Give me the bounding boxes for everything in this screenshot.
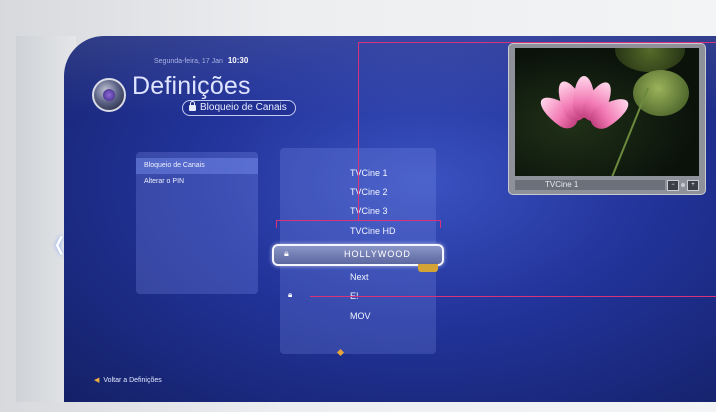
- callout-bracket-left: [276, 220, 277, 228]
- media-center-logo-icon: [92, 78, 126, 112]
- live-tv-preview[interactable]: TVCine 1 − +: [509, 44, 705, 194]
- tv-screen: Segunda-feira, 17 Jan 10:30 Definições B…: [64, 36, 716, 402]
- breadcrumb: Bloqueio de Canais: [182, 100, 296, 116]
- channel-item[interactable]: MOV: [350, 311, 371, 321]
- breadcrumb-label: Bloqueio de Canais: [200, 102, 287, 113]
- date-time: Segunda-feira, 17 Jan 10:30: [154, 56, 248, 65]
- callout-line-bottom: [310, 296, 716, 297]
- menu-item-alterar-pin[interactable]: Alterar o PIN: [136, 174, 258, 190]
- callout-line-vertical: [358, 42, 359, 220]
- channel-item-selected[interactable]: 🔒︎ HOLLYWOOD: [272, 244, 444, 272]
- callout-line-top: [358, 42, 716, 43]
- callout-bracket: [276, 220, 441, 221]
- callout-bracket-right: [440, 220, 441, 228]
- dot-icon: [681, 183, 685, 187]
- channel-item[interactable]: TVCine 1: [350, 168, 388, 178]
- select-indicator-tab: [418, 264, 438, 272]
- back-label: Voltar a Definições: [103, 377, 162, 384]
- lock-icon: 🔒︎: [288, 290, 293, 299]
- channel-item[interactable]: Next: [350, 272, 369, 282]
- date-label: Segunda-feira, 17 Jan: [154, 58, 223, 65]
- back-link[interactable]: ◀ Voltar a Definições: [94, 376, 162, 384]
- menu-item-bloqueio-de-canais[interactable]: Bloqueio de Canais: [136, 158, 258, 174]
- back-arrow-icon: ◀: [94, 377, 100, 384]
- preview-video-image: [515, 48, 699, 176]
- preview-controls: − +: [667, 179, 699, 191]
- channel-item[interactable]: TVCine 3: [350, 206, 388, 216]
- minus-icon[interactable]: −: [667, 179, 679, 191]
- plus-icon[interactable]: +: [687, 179, 699, 191]
- lock-icon: 🔒︎: [284, 248, 289, 258]
- channel-item[interactable]: TVCine 2: [350, 187, 388, 197]
- settings-menu: Bloqueio de Canais Alterar o PIN: [136, 152, 258, 294]
- channel-item[interactable]: TVCine HD: [350, 226, 396, 236]
- page-title: Definições: [132, 72, 251, 100]
- selected-channel-label: HOLLYWOOD: [344, 249, 411, 259]
- preview-channel-label: TVCine 1: [515, 180, 665, 190]
- lock-icon: [189, 101, 196, 111]
- time-label: 10:30: [227, 56, 249, 65]
